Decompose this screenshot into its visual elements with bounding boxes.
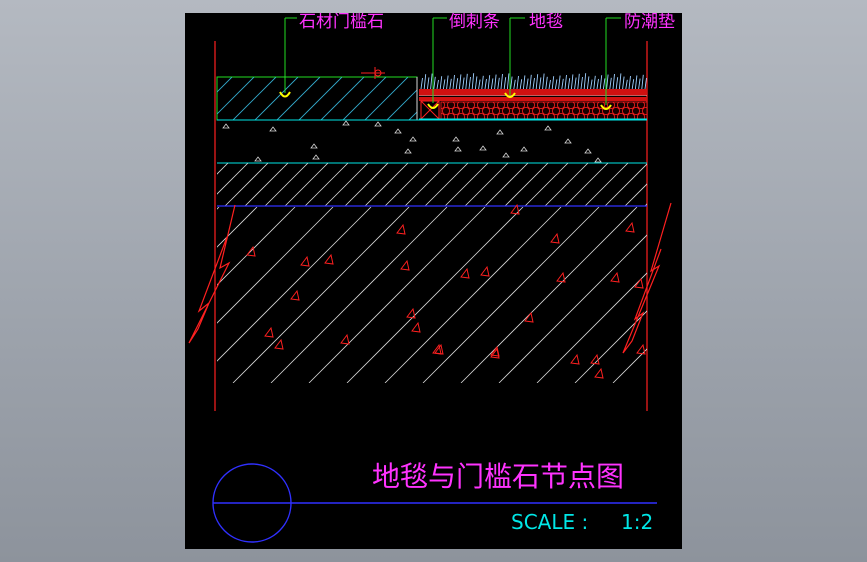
cad-viewport[interactable]: 石材门槛石 倒刺条 地毯 防潮垫 地毯与门槛石节点图 SCALE : 1:2 [0,0,867,562]
concrete-band [217,163,647,206]
scale-label: SCALE : [511,510,588,534]
mortar-bed [222,120,602,163]
callout-carpet: 地毯 [529,13,563,32]
drawing-title: 地毯与门槛石节点图 [372,460,624,493]
carpet-assembly [419,73,648,120]
structural-slab [217,207,647,383]
scale-value: 1:2 [621,510,653,534]
drawing-sheet[interactable]: 石材门槛石 倒刺条 地毯 防潮垫 地毯与门槛石节点图 SCALE : 1:2 [185,12,682,549]
callout-moisture-pad: 防潮垫 [624,13,675,32]
callout-stone-threshold: 石材门槛石 [299,13,384,32]
aggregate-marks [246,203,646,379]
section-drawing: 石材门槛石 倒刺条 地毯 防潮垫 地毯与门槛石节点图 SCALE : 1:2 [188,12,675,543]
underlay-pad [440,101,648,120]
callout-gripper-strip: 倒刺条 [449,13,500,32]
